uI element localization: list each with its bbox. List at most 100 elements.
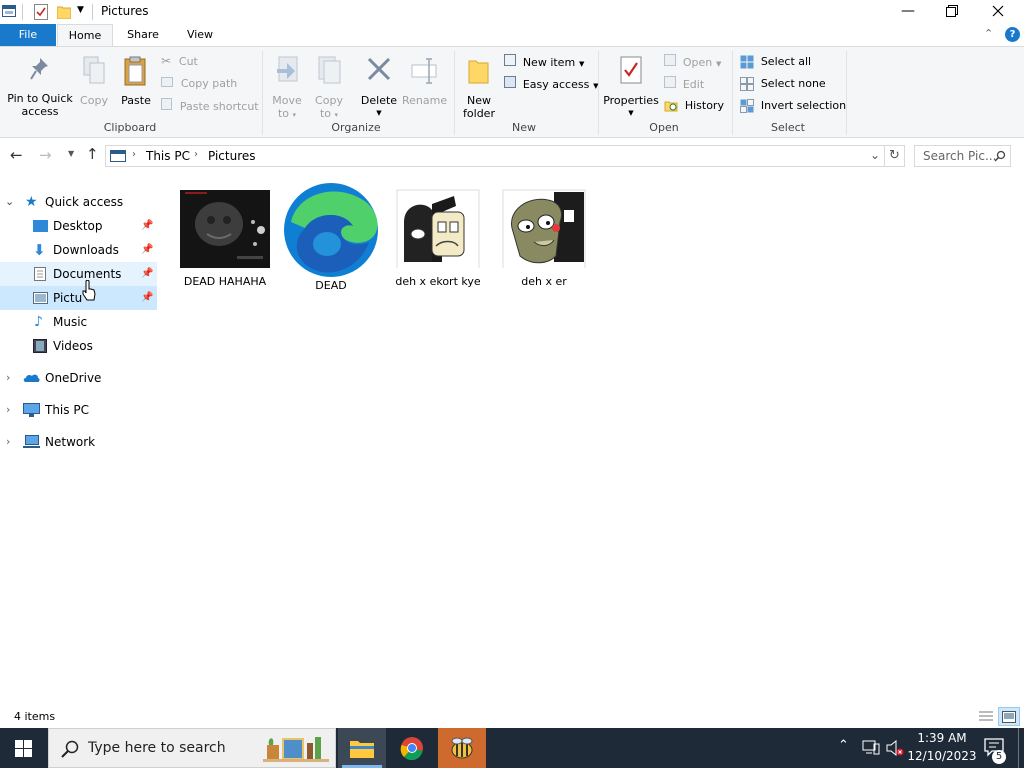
cartoon-thumbnail-icon [502,189,586,273]
restore-icon[interactable] [946,5,958,17]
new-item-button[interactable]: New item ▼ [504,54,584,70]
nav-item-downloads[interactable]: ⬇ Downloads 📌 [0,238,157,262]
search-input-placeholder[interactable]: Search Pic... [923,149,996,163]
pin-icon[interactable]: 📌 [141,214,153,238]
pictures-icon [33,292,48,304]
nav-item-this-pc[interactable]: › This PC [0,398,157,422]
back-arrow-icon[interactable]: ← [10,146,23,164]
copy-path-button[interactable]: Copy path [161,76,237,92]
taskbar-file-explorer[interactable] [338,728,386,768]
invert-selection-button[interactable]: Invert selection [740,98,846,114]
new-folder-quick-icon[interactable] [57,5,71,19]
paste-shortcut-button[interactable]: Paste shortcut [161,98,259,114]
divider [22,4,23,20]
new-item-label: New item [522,56,576,69]
taskbar-app[interactable] [438,728,486,768]
minimize-icon[interactable]: — [898,0,918,24]
recent-locations-chevron-icon[interactable]: ▼ [68,149,74,158]
expanded-chevron-icon[interactable]: ⌄ [5,190,14,214]
properties-quick-icon[interactable] [34,4,48,20]
network-tray-icon[interactable] [862,740,880,756]
nav-item-pictures[interactable]: Pictu 📌 [0,286,157,310]
paste-button[interactable]: Paste [118,55,154,107]
select-all-button[interactable]: Select all [740,54,811,70]
nav-label: Videos [53,339,93,353]
invert-selection-icon [740,98,754,113]
show-hidden-icons-chevron-icon[interactable]: ⌃ [838,738,849,753]
search-highlight-illustration-icon [263,737,329,762]
pin-icon [30,58,48,80]
delete-button[interactable]: Delete ▼ [360,55,398,120]
clock-time[interactable]: 1:39 AM [916,731,968,745]
star-icon: ★ [25,194,38,210]
explorer-window-icon[interactable] [2,5,16,17]
rename-button[interactable]: Rename [402,55,447,107]
pin-to-quick-access-button[interactable]: Pin to Quick access [4,55,76,118]
up-arrow-icon[interactable]: ↑ [86,145,99,163]
clock-date[interactable]: 12/10/2023 [906,749,978,763]
rename-icon [411,58,437,84]
select-none-button[interactable]: Select none [740,76,826,92]
properties-button[interactable]: Properties ▼ [603,55,659,120]
paste-shortcut-label: Paste shortcut [179,100,259,113]
tab-share[interactable]: Share [118,24,168,46]
select-none-icon [740,76,754,91]
customize-qat-icon[interactable]: ▼ [77,5,84,15]
tab-view[interactable]: View [175,24,225,46]
nav-item-onedrive[interactable]: › OneDrive [0,366,157,390]
nav-item-documents[interactable]: Documents 📌 [0,262,157,286]
new-folder-button[interactable]: New folder [460,55,498,120]
breadcrumb-chevron-icon[interactable]: › [194,149,198,160]
cut-button[interactable]: ✂ Cut [161,54,198,70]
select-all-icon [740,55,754,68]
pin-icon[interactable]: 📌 [141,286,153,310]
copy-to-button[interactable]: Copy to ▾ [312,55,346,122]
tab-home[interactable]: Home [57,24,113,47]
show-desktop-divider[interactable] [1018,728,1019,768]
open-button[interactable]: Open ▼ [664,54,721,70]
address-dropdown-chevron-icon[interactable]: ⌄ [870,148,880,162]
help-icon[interactable]: ? [1005,27,1020,42]
collapse-ribbon-icon[interactable]: ⌃ [984,27,993,40]
windows-start-icon[interactable] [15,740,32,757]
divider [262,51,263,135]
nav-item-desktop[interactable]: Desktop 📌 [0,214,157,238]
edit-button[interactable]: Edit [664,76,704,92]
collapsed-chevron-icon[interactable]: › [6,398,10,422]
nav-item-music[interactable]: ♪ Music [0,310,157,334]
move-to-button[interactable]: Move to ▾ [270,55,304,122]
breadcrumb-chevron-icon[interactable]: › [132,149,136,160]
file-item[interactable]: DEAD HAHAHA [173,182,277,288]
divider [732,51,733,135]
taskbar-search-box[interactable]: Type here to search [48,728,336,768]
details-view-icon[interactable] [978,709,994,723]
address-bar[interactable]: › This PC › Pictures ⌄ [105,145,885,167]
history-button[interactable]: History [664,98,724,114]
search-box[interactable]: Search Pic... [914,145,1011,167]
dropdown-arrow-icon: ▾ [292,111,297,119]
file-item[interactable]: DEAD [279,182,383,292]
large-icons-view-button[interactable] [998,707,1020,726]
nav-item-quick-access[interactable]: ⌄ ★ Quick access [0,190,157,214]
pin-icon[interactable]: 📌 [141,262,153,286]
refresh-icon[interactable]: ↻ [885,145,905,167]
taskbar-chrome[interactable] [388,728,436,768]
pin-icon[interactable]: 📌 [141,238,153,262]
close-icon[interactable] [992,5,1004,17]
nav-item-network[interactable]: › Network [0,430,157,454]
move-to-label-text: to [277,107,290,120]
delete-x-icon [367,57,391,81]
easy-access-button[interactable]: Easy access ▼ [504,76,599,92]
collapsed-chevron-icon[interactable]: › [6,430,10,454]
nav-item-videos[interactable]: Videos [0,334,157,358]
copy-button[interactable]: Copy [78,55,110,107]
file-item[interactable]: deh x er [492,182,596,288]
breadcrumb-this-pc[interactable]: This PC [146,149,190,163]
tab-file[interactable]: File [0,24,56,46]
volume-muted-icon[interactable] [886,740,904,756]
forward-arrow-icon[interactable]: → [39,146,52,164]
file-item[interactable]: deh x ekort kye [386,182,490,288]
collapsed-chevron-icon[interactable]: › [6,366,10,390]
select-group-label: Select [771,121,805,134]
breadcrumb-pictures[interactable]: Pictures [208,149,256,163]
